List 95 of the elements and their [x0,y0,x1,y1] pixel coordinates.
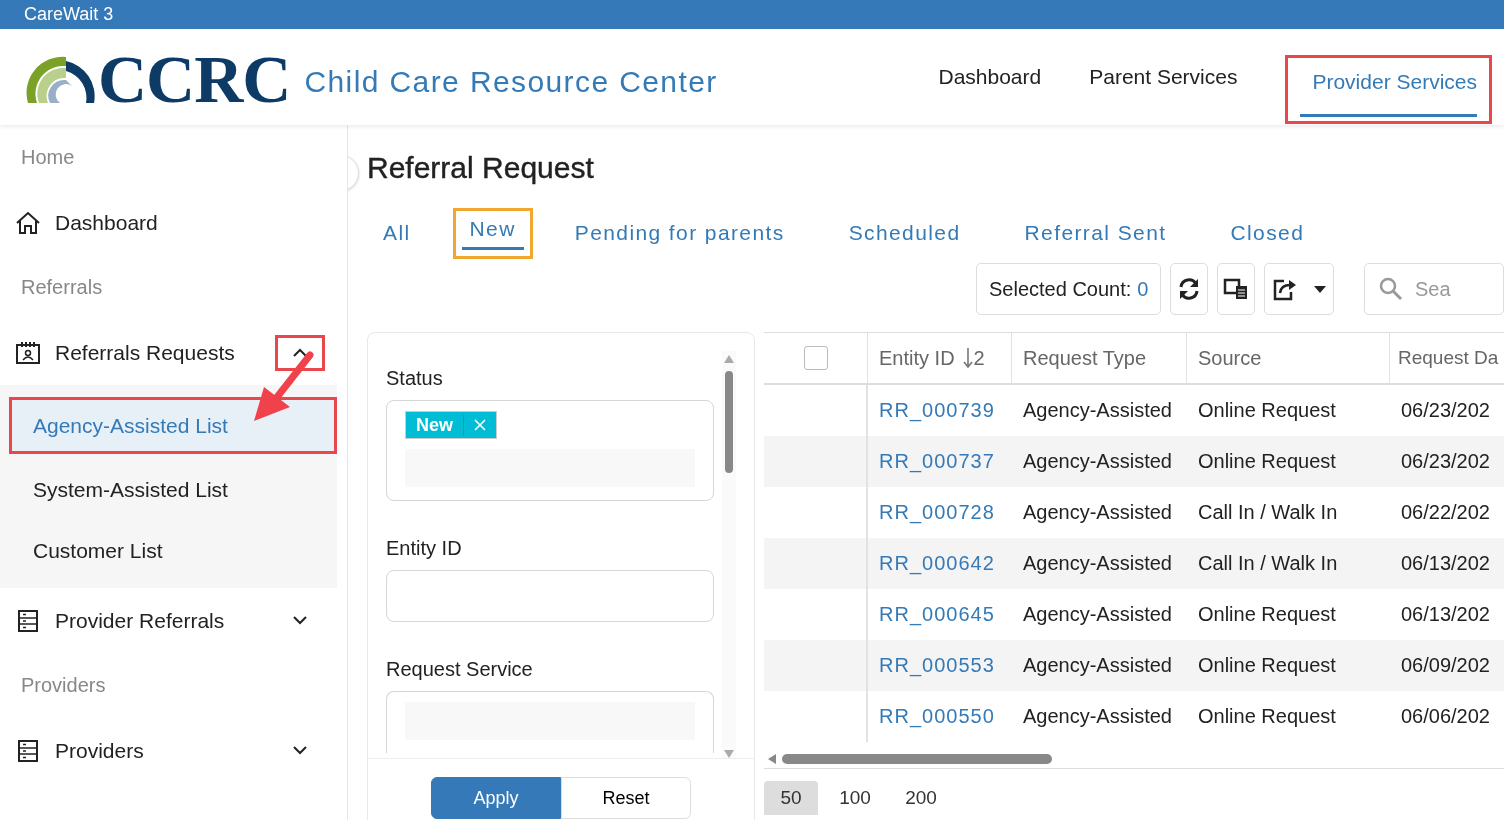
sidebar-item[interactable]: Providers [0,718,347,783]
page-size-button[interactable]: 50 [764,781,818,815]
export-button[interactable] [1264,263,1334,315]
chevron-icon [293,616,307,625]
column-header[interactable]: Request Type [1023,346,1147,370]
sidebar-item[interactable]: Provider Referrals [0,588,347,653]
chevron-icon [293,348,307,357]
filter-label: Status [386,366,444,391]
entity-id-link[interactable]: RR_000550 [879,705,995,728]
select-all-checkbox[interactable] [803,346,828,370]
search-icon [1379,277,1403,301]
filter-label: Request Service [386,657,534,682]
selected-count-label: Selected Count: [989,277,1132,301]
filter-button[interactable]: Reset [561,777,691,819]
organization-name: Child Care Resource Center [304,65,718,99]
refresh-button[interactable] [1170,263,1209,315]
logo-mark: CCRC [98,45,291,113]
sidebar-item-label: Providers [55,738,145,763]
entity-id-link[interactable]: RR_000645 [879,603,995,626]
table-cell: Call In / Walk In [1198,552,1338,575]
top-nav-link[interactable]: Parent Services [1089,55,1238,99]
filter-button[interactable]: Apply [431,777,561,819]
page-title: Referral Request [367,150,595,186]
status-tab[interactable]: New [452,207,533,259]
page-size-button[interactable]: 200 [892,781,950,815]
entity-id-field[interactable] [386,570,714,622]
close-icon[interactable] [474,419,486,431]
sidebar-item-label: Provider Referrals [55,608,226,633]
calendar-icon [15,340,41,365]
list-icon [15,738,41,763]
column-header[interactable]: Request Da [1398,347,1499,369]
sidebar-item-label: Dashboard [55,210,159,235]
caret-icon [1314,285,1327,293]
table-cell: Agency-Assisted [1023,450,1172,473]
window-list-icon [1223,277,1250,301]
scroll-thumb[interactable] [725,371,733,473]
table-cell: Agency-Assisted [1023,705,1172,728]
table-cell: 06/06/202 [1401,705,1490,728]
chevron-icon [293,746,307,755]
sort-order: 2 [973,346,985,370]
scroll-left-arrow-icon[interactable] [768,754,776,764]
vertical-scrollbar[interactable] [722,351,736,758]
status-tab[interactable]: Scheduled [840,212,969,254]
table-cell: Online Request [1198,705,1336,728]
page-size-button[interactable]: 100 [826,781,884,815]
table-cell: 06/13/202 [1401,552,1490,575]
table-cell: Agency-Assisted [1023,501,1172,524]
sidebar-item-label: Referrals Requests [55,340,236,365]
table-cell: Online Request [1198,450,1336,473]
sidebar-section-heading: Providers [20,673,107,698]
list-icon [15,608,41,633]
entity-id-link[interactable]: RR_000739 [879,399,995,422]
table-cell: Online Request [1198,654,1336,677]
top-nav-link[interactable]: Dashboard [938,55,1042,99]
table-cell: Agency-Assisted [1023,654,1172,677]
home-icon [15,210,41,235]
sort-arrow-icon [962,347,973,369]
table-cell: 06/22/202 [1401,501,1490,524]
sidebar-item[interactable]: Dashboard [0,190,347,255]
entity-id-link[interactable]: RR_000728 [879,501,995,524]
scroll-up-arrow-icon[interactable] [724,355,734,363]
table-cell: 06/23/202 [1401,399,1490,422]
table-cell: Call In / Walk In [1198,501,1338,524]
scroll-down-arrow-icon[interactable] [724,750,734,758]
entity-id-link[interactable]: RR_000642 [879,552,995,575]
status-tab[interactable]: Closed [1222,212,1313,254]
table-cell: Online Request [1198,399,1336,422]
submenu-item[interactable]: Customer List [0,525,337,576]
filter-label: Entity ID [386,536,463,561]
table-cell: 06/09/202 [1401,654,1490,677]
table-cell: Online Request [1198,603,1336,626]
request-service-select[interactable] [386,691,714,753]
app-title: CareWait 3 [24,4,114,25]
top-nav-link[interactable]: Provider Services [1285,54,1492,124]
table-cell: 06/23/202 [1401,450,1490,473]
status-tab[interactable]: Pending for parents [566,212,793,254]
table-cell: Agency-Assisted [1023,399,1172,422]
table-cell: Agency-Assisted [1023,603,1172,626]
submenu-item[interactable]: Agency-Assisted List [9,397,337,454]
submenu-item[interactable]: System-Assisted List [0,464,337,515]
selected-count-value: 0 [1137,277,1149,301]
columns-button[interactable] [1217,263,1256,315]
entity-id-link[interactable]: RR_000737 [879,450,995,473]
table-cell: 06/13/202 [1401,603,1490,626]
sidebar-section-heading: Home [20,145,76,170]
column-header[interactable]: Source [1198,346,1262,370]
status-tab[interactable]: Referral Sent [1016,212,1175,254]
entity-id-link[interactable]: RR_000553 [879,654,995,677]
sidebar-section-heading: Referrals [20,275,104,300]
expand-toggle[interactable] [275,334,325,371]
status-tab[interactable]: All [375,212,419,254]
column-header[interactable]: Entity ID [879,346,955,370]
sidebar-item[interactable]: Referrals Requests [0,320,347,385]
search-field[interactable]: Sea [1364,263,1504,315]
table-cell: Agency-Assisted [1023,552,1172,575]
